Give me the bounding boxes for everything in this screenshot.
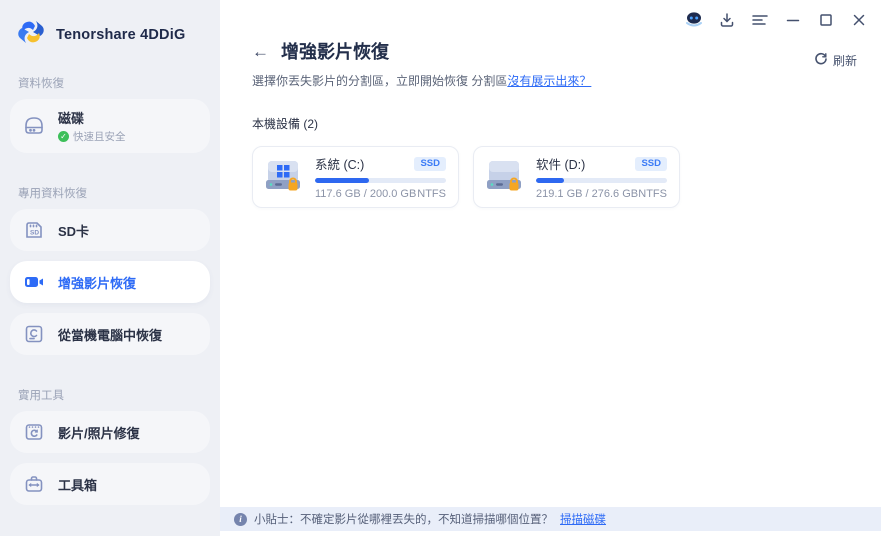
local-devices-label: 本機設備 (2) bbox=[252, 117, 319, 131]
sidebar-item-crashed-computer-recovery[interactable]: 從當機電腦中恢復 bbox=[10, 313, 210, 355]
drive-card-c[interactable]: 系統 (C:) SSD 117.6 GB / 200.0 GB NTFS bbox=[252, 146, 459, 208]
minimize-icon[interactable] bbox=[783, 11, 803, 29]
tip-text: 小貼士：不確定影片從哪裡丟失的，不知道掃描哪個位置？ bbox=[254, 514, 553, 526]
drive-usage-fill bbox=[536, 178, 564, 183]
sidebar: Tenorshare 4DDiG 資料恢復 磁碟 ✓ 快速且安全 專用資料恢復 … bbox=[0, 0, 220, 536]
media-repair-icon bbox=[22, 420, 46, 444]
refresh-icon bbox=[814, 52, 828, 69]
back-button[interactable]: ← bbox=[252, 43, 269, 60]
video-camera-icon bbox=[22, 270, 46, 294]
close-icon[interactable] bbox=[849, 11, 869, 29]
partitions-not-shown-link[interactable]: 沒有展示出來？ bbox=[507, 74, 591, 88]
svg-text:SD: SD bbox=[30, 230, 39, 237]
main-panel: 刷新 ← 增強影片恢復 選擇你丟失影片的分割區，立即開始恢復 分割區沒有展示出來… bbox=[220, 0, 881, 536]
refresh-button[interactable]: 刷新 bbox=[814, 52, 857, 69]
sidebar-item-disk[interactable]: 磁碟 ✓ 快速且安全 bbox=[10, 99, 210, 153]
brand-name: Tenorshare 4DDiG bbox=[56, 26, 186, 43]
sidebar-item-enhanced-video-recovery[interactable]: 增強影片恢復 bbox=[10, 261, 210, 303]
app-logo-icon bbox=[14, 16, 48, 53]
maximize-icon[interactable] bbox=[816, 11, 836, 29]
info-icon: i bbox=[234, 512, 247, 526]
download-icon[interactable] bbox=[717, 11, 737, 29]
check-icon: ✓ bbox=[58, 131, 69, 142]
drive-card-d[interactable]: 软件 (D:) SSD 219.1 GB / 276.6 GB NTFS bbox=[473, 146, 680, 208]
sidebar-item-crashed-computer-recovery-label: 從當機電腦中恢復 bbox=[58, 327, 163, 343]
sidebar-item-disk-label: 磁碟 bbox=[58, 111, 85, 126]
data-drive-icon bbox=[484, 156, 526, 199]
sidebar-item-media-repair[interactable]: 影片/照片修復 bbox=[10, 411, 210, 453]
drive-name: 软件 (D:) bbox=[536, 158, 586, 172]
titlebar-controls bbox=[684, 11, 869, 29]
sidebar-item-enhanced-video-recovery-label: 增強影片恢復 bbox=[58, 275, 137, 291]
crashed-computer-icon bbox=[22, 322, 46, 346]
ssd-badge: SSD bbox=[635, 156, 667, 171]
sidebar-section-data-recovery: 資料恢復 bbox=[18, 78, 64, 90]
drive-filesystem: NTFS bbox=[638, 188, 667, 200]
windows-system-drive-icon bbox=[263, 156, 305, 199]
drive-filesystem: NTFS bbox=[417, 188, 446, 200]
sidebar-section-special-recovery: 專用資料恢復 bbox=[18, 188, 87, 200]
drive-usage-fill bbox=[315, 178, 369, 183]
disk-icon bbox=[22, 114, 46, 138]
drive-usage-bar bbox=[536, 178, 667, 183]
sidebar-item-toolbox-label: 工具箱 bbox=[58, 477, 98, 493]
scan-disk-link[interactable]: 掃描磁碟 bbox=[560, 511, 606, 527]
content-area: ← 增強影片恢復 選擇你丟失影片的分割區，立即開始恢復 分割區沒有展示出來？ 本… bbox=[220, 0, 881, 507]
brand: Tenorshare 4DDiG bbox=[10, 14, 210, 53]
app-window: Tenorshare 4DDiG 資料恢復 磁碟 ✓ 快速且安全 專用資料恢復 … bbox=[0, 0, 881, 536]
tip-footer: i 小貼士：不確定影片從哪裡丟失的，不知道掃描哪個位置？ 掃描磁碟 bbox=[220, 507, 881, 531]
refresh-label: 刷新 bbox=[832, 54, 857, 68]
drive-name: 系統 (C:) bbox=[315, 158, 365, 172]
drive-capacity: 117.6 GB / 200.0 GB bbox=[315, 188, 417, 200]
page-title: 增強影片恢復 bbox=[281, 42, 389, 62]
page-subtitle: 選擇你丟失影片的分割區，立即開始恢復 分割區沒有展示出來？ bbox=[252, 74, 592, 88]
sidebar-item-sd-card[interactable]: SD SD卡 bbox=[10, 209, 210, 251]
ssd-badge: SSD bbox=[414, 156, 446, 171]
sidebar-item-toolbox[interactable]: 工具箱 bbox=[10, 463, 210, 505]
drive-capacity: 219.1 GB / 276.6 GB bbox=[536, 188, 639, 200]
sidebar-item-media-repair-label: 影片/照片修復 bbox=[58, 425, 140, 441]
drive-card-list: 系統 (C:) SSD 117.6 GB / 200.0 GB NTFS 软件 … bbox=[252, 146, 849, 208]
assistant-bot-icon[interactable] bbox=[684, 11, 704, 29]
sd-card-icon: SD bbox=[22, 218, 46, 242]
drive-usage-bar bbox=[315, 178, 446, 183]
sidebar-section-tools: 實用工具 bbox=[18, 390, 64, 402]
toolbox-icon bbox=[22, 472, 46, 496]
disk-safety-badge: ✓ 快速且安全 bbox=[58, 129, 126, 144]
sidebar-item-sd-card-label: SD卡 bbox=[58, 223, 90, 239]
menu-icon[interactable] bbox=[750, 11, 770, 29]
